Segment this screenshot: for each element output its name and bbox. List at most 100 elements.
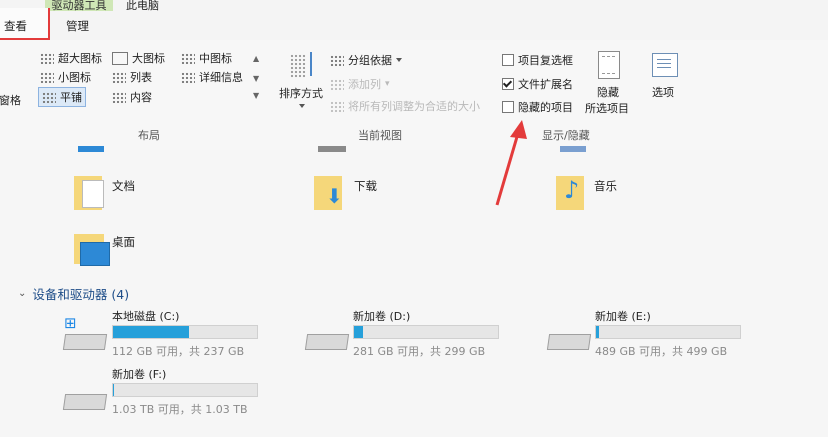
- devices-section-header[interactable]: ⌄ 设备和驱动器 (4): [18, 284, 129, 303]
- checkbox-checked-icon: [502, 78, 514, 90]
- group-by-button[interactable]: 分组依据: [330, 52, 402, 68]
- drive-e[interactable]: 新加卷 (E:) 489 GB 可用，共 499 GB: [542, 308, 752, 360]
- layout-item-label: 内容: [130, 91, 152, 104]
- list-icon: [112, 71, 126, 83]
- drive-usage-fill: [354, 326, 363, 338]
- annotation-arrow-icon: [495, 120, 527, 206]
- music-note-icon: ♪: [564, 176, 580, 204]
- group-by-icon: [330, 54, 344, 66]
- download-arrow-icon: ⬇: [326, 184, 343, 208]
- drive-name: 新加卷 (D:): [353, 310, 411, 323]
- layout-expand-icon[interactable]: ▼: [253, 91, 259, 100]
- drive-f[interactable]: 新加卷 (F:) 1.03 TB 可用，共 1.03 TB: [60, 366, 270, 418]
- layout-details[interactable]: 详细信息: [181, 69, 243, 85]
- folder-name: 音乐: [594, 179, 617, 193]
- small-icons-icon: [40, 71, 54, 83]
- file-extensions-label: 文件扩展名: [518, 78, 573, 91]
- fit-columns-icon: [330, 100, 344, 112]
- layout-large-icons[interactable]: 大图标: [112, 50, 165, 66]
- folder-desktop[interactable]: 桌面: [70, 230, 240, 276]
- layout-item-label: 列表: [130, 71, 152, 84]
- partial-folder-icon: [318, 146, 346, 152]
- folder-music[interactable]: ♪ 音乐: [552, 172, 722, 218]
- windows-logo-icon: ⊞: [64, 314, 77, 332]
- options-icon[interactable]: [652, 53, 678, 77]
- show-hide-group-label: 显示/隐藏: [542, 129, 590, 142]
- drive-info: 112 GB 可用，共 237 GB: [112, 345, 245, 358]
- hide-selected-icon[interactable]: [598, 51, 620, 79]
- ribbon-panel: 窗格 超大图标 大图标 中图标 小图标 列表 详细信息 平铺 内容 ▲ ▼ ▼ …: [0, 40, 828, 151]
- drive-info: 1.03 TB 可用，共 1.03 TB: [112, 403, 248, 416]
- hide-selected-label-line1[interactable]: 隐藏: [597, 84, 619, 100]
- medium-icons-icon: [181, 52, 195, 64]
- item-checkboxes-label: 项目复选框: [518, 54, 573, 67]
- folder-downloads[interactable]: ⬇ 下载: [310, 172, 480, 218]
- drive-info: 281 GB 可用，共 299 GB: [353, 345, 486, 358]
- drive-usage-fill: [113, 384, 115, 396]
- drive-info: 489 GB 可用，共 499 GB: [595, 345, 728, 358]
- layout-tiles[interactable]: 平铺: [38, 87, 86, 107]
- layout-item-label: 超大图标: [58, 52, 102, 65]
- options-button[interactable]: 选项: [652, 84, 674, 100]
- folder-documents[interactable]: 文档: [70, 172, 240, 218]
- add-column-label: 添加列: [348, 78, 381, 91]
- desktop-icon: [80, 242, 110, 266]
- item-checkboxes-toggle[interactable]: 项目复选框: [502, 52, 573, 68]
- extra-large-icons-icon: [40, 52, 54, 64]
- devices-header-label: 设备和驱动器 (4): [32, 287, 130, 302]
- sort-by-icon[interactable]: [288, 52, 318, 84]
- drive-usage-bar: [353, 325, 499, 339]
- drive-usage-fill: [113, 326, 190, 338]
- drive-tools-context-label: 驱动器工具: [45, 0, 113, 11]
- chevron-down-icon: [396, 58, 402, 62]
- layout-extra-large-icons[interactable]: 超大图标: [40, 50, 102, 66]
- layout-small-icons[interactable]: 小图标: [40, 69, 91, 85]
- tab-view[interactable]: 查看: [4, 18, 27, 34]
- layout-item-label: 中图标: [199, 52, 232, 65]
- folder-name: 桌面: [112, 235, 135, 249]
- hard-drive-icon: [62, 334, 108, 350]
- file-extensions-toggle[interactable]: 文件扩展名: [502, 76, 573, 92]
- drive-usage-bar: [112, 383, 258, 397]
- file-browser-content: 文档 ⬇ 下载 ♪ 音乐 桌面 ⌄ 设备和驱动器 (4) ⊞ 本地磁盘 (C:)…: [0, 146, 828, 437]
- drive-name: 本地磁盘 (C:): [112, 310, 180, 323]
- layout-content[interactable]: 内容: [112, 89, 152, 105]
- fit-columns-button[interactable]: 将所有列调整为合适的大小: [330, 98, 480, 114]
- hard-drive-icon: [304, 334, 350, 350]
- tab-manage[interactable]: 管理: [66, 18, 89, 34]
- details-icon: [181, 71, 195, 83]
- partial-folder-icon: [78, 146, 104, 152]
- sort-by-dropdown-icon: [299, 104, 305, 108]
- hard-drive-icon: [62, 394, 108, 410]
- content-icon: [112, 91, 126, 103]
- drive-d[interactable]: 新加卷 (D:) 281 GB 可用，共 299 GB: [300, 308, 510, 360]
- checkbox-unchecked-icon: [502, 54, 514, 66]
- folder-name: 文档: [112, 179, 135, 193]
- layout-medium-icons[interactable]: 中图标: [181, 50, 232, 66]
- layout-scroll-down-icon[interactable]: ▼: [253, 74, 259, 83]
- add-column-icon: [330, 78, 344, 90]
- drive-usage-bar: [112, 325, 258, 339]
- layout-item-label: 平铺: [60, 91, 82, 104]
- fit-columns-label: 将所有列调整为合适的大小: [348, 100, 480, 113]
- group-by-label: 分组依据: [348, 54, 392, 67]
- navigation-pane-button[interactable]: 窗格: [0, 92, 21, 108]
- folder-name: 下载: [354, 179, 377, 193]
- partial-folder-icon: [560, 146, 586, 152]
- drive-usage-fill: [596, 326, 599, 338]
- add-column-button[interactable]: 添加列 ▾: [330, 76, 390, 92]
- layout-item-label: 大图标: [132, 52, 165, 65]
- hard-drive-icon: [546, 334, 592, 350]
- layout-scroll-up-icon[interactable]: ▲: [253, 54, 259, 63]
- hide-selected-label-line2[interactable]: 所选项目: [585, 100, 629, 116]
- current-view-group-label: 当前视图: [358, 129, 402, 142]
- chevron-down-icon: ⌄: [18, 288, 27, 299]
- chevron-down-icon: ▾: [385, 79, 390, 89]
- large-icons-icon: [112, 51, 128, 65]
- drive-name: 新加卷 (E:): [595, 310, 651, 323]
- document-icon: [82, 180, 104, 208]
- drive-c[interactable]: ⊞ 本地磁盘 (C:) 112 GB 可用，共 237 GB: [60, 308, 270, 360]
- layout-list[interactable]: 列表: [112, 69, 152, 85]
- layout-item-label: 详细信息: [199, 71, 243, 84]
- ribbon-tab-bar: 驱动器工具 此电脑 查看 管理: [0, 0, 828, 40]
